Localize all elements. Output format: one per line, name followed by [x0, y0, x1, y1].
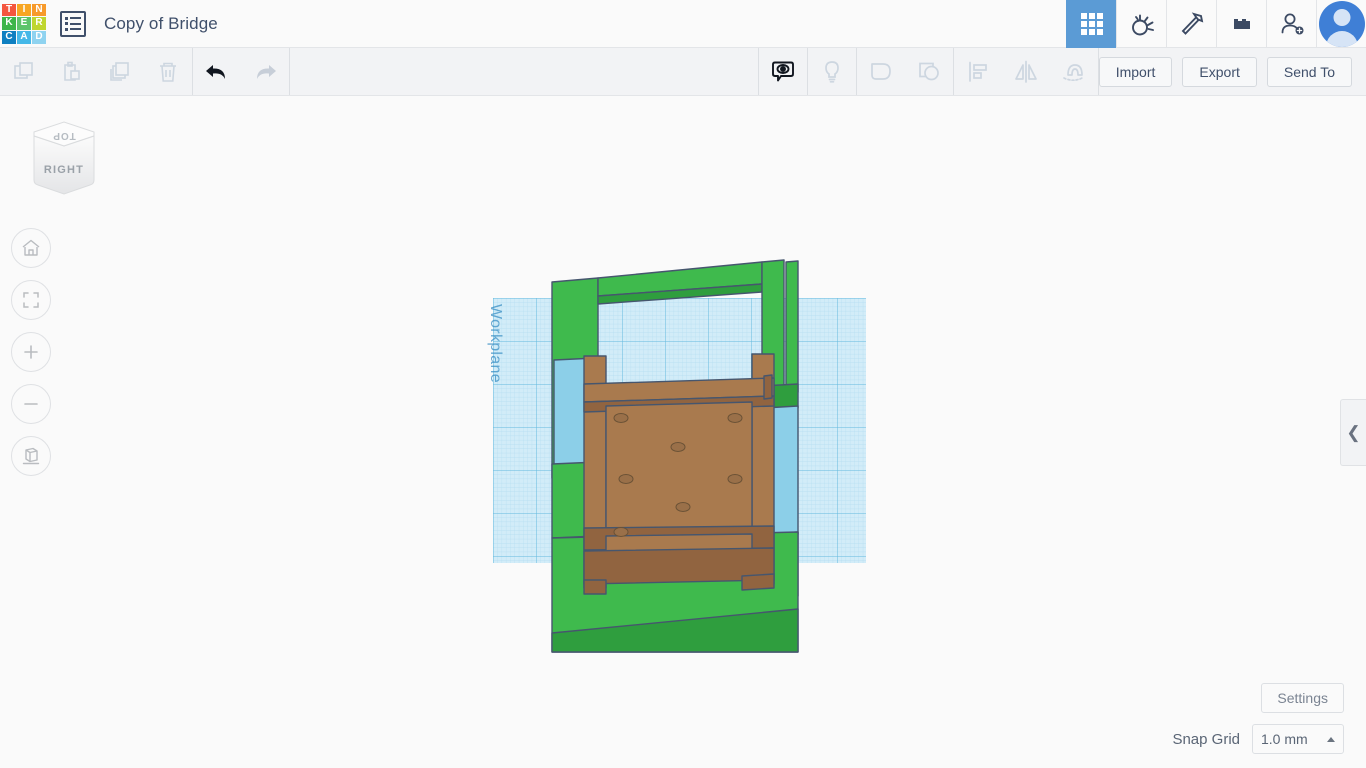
view-tools: [759, 48, 807, 95]
view-nav-buttons: [11, 228, 51, 476]
page-title: Copy of Bridge: [104, 13, 218, 33]
logo-tile: K: [2, 17, 16, 30]
avatar-image: [1318, 0, 1365, 47]
group-icon[interactable]: [857, 48, 905, 95]
fit-to-view-icon[interactable]: [11, 280, 51, 320]
chevron-left-icon[interactable]: ❮: [1340, 399, 1366, 466]
model-grass-foreground-shadow: [551, 608, 799, 653]
delete-icon[interactable]: [144, 48, 192, 95]
viewcube-top-label: TOP: [52, 130, 75, 141]
magnet-icon[interactable]: [1050, 48, 1098, 95]
logo-tile: I: [17, 3, 31, 17]
view-cube[interactable]: TOP RIGHT: [26, 118, 102, 202]
logo-tile: D: [32, 30, 46, 44]
doc-lines-glyph: [65, 17, 81, 31]
lightbulb-icon[interactable]: [808, 48, 856, 95]
grid-glyph: [1080, 12, 1103, 35]
import-button[interactable]: Import: [1098, 56, 1173, 87]
zoom-out-icon[interactable]: [11, 384, 51, 424]
snap-grid-label: Snap Grid: [1172, 730, 1240, 748]
logo-tile: T: [2, 3, 16, 17]
copy-icon[interactable]: [0, 48, 48, 95]
show-hide-icon[interactable]: [759, 48, 807, 95]
workplane-grid[interactable]: [493, 298, 866, 563]
app-header: T I N K E R C A D Copy of Bridge: [0, 0, 1366, 48]
paste-icon[interactable]: [48, 48, 96, 95]
zoom-in-icon[interactable]: [11, 332, 51, 372]
document-list-icon[interactable]: [60, 10, 86, 37]
export-button[interactable]: Export: [1182, 56, 1257, 87]
snap-grid-value: 1.0 mm: [1261, 731, 1308, 747]
arrange-tools: [954, 48, 1098, 95]
history-tools: [193, 48, 289, 95]
logo-tile: C: [2, 30, 16, 44]
avatar[interactable]: [1316, 0, 1366, 48]
lego-brick-icon[interactable]: [1216, 0, 1266, 48]
redo-icon[interactable]: [241, 48, 289, 95]
edit-toolbar: Import Export Send To: [0, 48, 1366, 96]
ungroup-icon[interactable]: [905, 48, 953, 95]
mirror-icon[interactable]: [1002, 48, 1050, 95]
align-icon[interactable]: [954, 48, 1002, 95]
design-canvas[interactable]: TOP RIGHT Workplane ❮ Settings Snap Grid…: [0, 96, 1366, 768]
add-person-icon[interactable]: [1266, 0, 1316, 48]
logo-tile: R: [32, 17, 46, 30]
logo-tile: N: [32, 3, 46, 17]
home-view-icon[interactable]: [11, 228, 51, 268]
snap-grid-select[interactable]: 1.0 mm: [1252, 724, 1344, 754]
model-ridge-top: [597, 261, 763, 297]
caret-up-icon: [1327, 736, 1335, 742]
file-actions: Import Export Send To: [1098, 48, 1366, 95]
viewcube-front-label: RIGHT: [44, 164, 84, 176]
grid-view-icon[interactable]: [1066, 0, 1116, 48]
logo-tile: A: [17, 30, 31, 44]
hint-tools: [808, 48, 856, 95]
duplicate-icon[interactable]: [96, 48, 144, 95]
pickaxe-icon[interactable]: [1166, 0, 1216, 48]
undo-icon[interactable]: [193, 48, 241, 95]
tinkercad-logo[interactable]: T I N K E R C A D: [2, 3, 46, 44]
clipboard-tools: [0, 48, 192, 95]
group-tools: [857, 48, 953, 95]
header-actions: [1066, 0, 1366, 48]
logo-tile: E: [17, 17, 31, 30]
workplane-label: Workplane: [487, 304, 504, 383]
send-to-button[interactable]: Send To: [1266, 56, 1352, 87]
tinker-lamp-icon[interactable]: [1116, 0, 1166, 48]
perspective-toggle-icon[interactable]: [11, 436, 51, 476]
settings-button[interactable]: Settings: [1261, 683, 1344, 713]
snap-grid-control: Snap Grid 1.0 mm: [1172, 724, 1344, 754]
